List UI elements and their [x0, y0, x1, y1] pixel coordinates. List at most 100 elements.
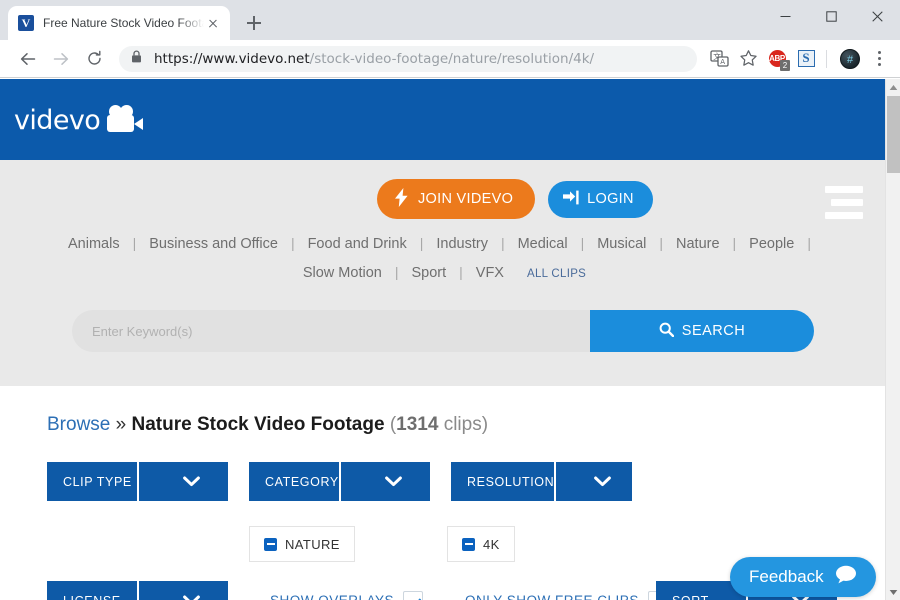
back-arrow-icon[interactable]: [14, 45, 42, 73]
remove-minus-icon[interactable]: [264, 537, 277, 551]
category-separator: |: [732, 235, 737, 251]
url-path: /stock-video-footage/nature/resolution/4…: [309, 50, 595, 67]
lightning-bolt-icon: [394, 187, 409, 211]
page-title: Nature Stock Video Footage: [131, 414, 385, 435]
svg-text:A: A: [720, 58, 725, 66]
tab-strip: V Free Nature Stock Video Foota: [0, 0, 900, 40]
category-link-vfx[interactable]: VFX: [473, 259, 507, 287]
categories-row-1: Animals | Business and Office | Food and…: [0, 229, 886, 258]
join-videvo-label: JOIN VIDEVO: [418, 191, 514, 207]
category-link-slow-motion[interactable]: Slow Motion: [300, 259, 385, 287]
speech-bubble-icon: [835, 565, 857, 589]
scroll-down-arrow-icon[interactable]: [886, 584, 900, 600]
categories-row-2: Slow Motion | Sport | VFX ALL CLIPS: [0, 258, 886, 288]
kebab-menu-icon[interactable]: [866, 46, 892, 72]
filter-label-category: CATEGORY: [265, 474, 339, 489]
url-domain: https://www.videvo.net: [154, 50, 310, 67]
filter-dropdown-row: CLIP TYPE CATEGORY RESOLUTION: [47, 462, 886, 501]
category-link-nature[interactable]: Nature: [673, 230, 723, 258]
join-videvo-button[interactable]: JOIN VIDEVO: [377, 179, 536, 219]
category-link-medical[interactable]: Medical: [515, 230, 571, 258]
logo-text: videvo: [14, 104, 101, 136]
extension-s-icon[interactable]: S: [793, 46, 819, 72]
extension-s-glyph: S: [797, 50, 815, 67]
browser-toolbar: https://www.videvo.net/stock-video-foota…: [0, 40, 900, 78]
category-separator: |: [394, 264, 399, 280]
category-link-food-and-drink[interactable]: Food and Drink: [305, 230, 410, 258]
category-separator: |: [807, 235, 811, 251]
breadcrumb-browse-link[interactable]: Browse: [47, 414, 110, 435]
clip-count-number: 1314: [396, 414, 439, 435]
lock-icon: [131, 49, 143, 68]
profile-avatar-glyph: #: [840, 48, 860, 69]
category-link-animals[interactable]: Animals: [65, 230, 123, 258]
adblock-badge: 2: [780, 59, 790, 71]
filter-dropdown-clip-type[interactable]: CLIP TYPE: [47, 462, 228, 501]
breadcrumb: Browse » Nature Stock Video Footage (131…: [47, 414, 886, 436]
new-tab-button[interactable]: [240, 9, 268, 37]
search-icon: [659, 322, 674, 341]
adblock-icon[interactable]: ABP 2: [764, 46, 790, 72]
search-input[interactable]: [72, 310, 590, 352]
clip-count: (1314 clips): [390, 414, 488, 435]
chevron-down-icon: [136, 581, 229, 600]
window-controls: [762, 0, 900, 32]
category-link-people[interactable]: People: [746, 230, 797, 258]
profile-avatar-icon[interactable]: #: [837, 46, 863, 72]
category-link-business-and-office[interactable]: Business and Office: [146, 230, 281, 258]
toolbar-divider: [826, 49, 827, 68]
category-separator: |: [290, 235, 295, 251]
active-chip-nature[interactable]: NATURE: [249, 526, 355, 562]
active-chip-4k-label: 4K: [483, 536, 500, 552]
feedback-button[interactable]: Feedback: [730, 557, 876, 597]
address-bar[interactable]: https://www.videvo.net/stock-video-foota…: [119, 45, 697, 72]
category-separator: |: [419, 235, 424, 251]
search-button[interactable]: SEARCH: [590, 310, 814, 352]
star-icon[interactable]: [735, 46, 761, 72]
all-clips-link[interactable]: ALL CLIPS: [527, 260, 586, 288]
show-overlays-checkbox[interactable]: [403, 590, 424, 600]
page-scrollbar[interactable]: [885, 79, 900, 600]
category-link-sport[interactable]: Sport: [408, 259, 449, 287]
sort-label: SORT: [656, 594, 746, 600]
forward-arrow-icon[interactable]: [47, 45, 75, 73]
minimize-button[interactable]: [762, 0, 808, 32]
header-auth-buttons: JOIN VIDEVO LOGIN: [377, 179, 653, 219]
category-separator: |: [132, 235, 137, 251]
active-chip-4k[interactable]: 4K: [447, 526, 515, 562]
reload-icon[interactable]: [80, 45, 108, 73]
hamburger-menu-icon[interactable]: [825, 186, 863, 219]
translate-icon[interactable]: 文 A: [706, 46, 732, 72]
category-link-musical[interactable]: Musical: [594, 230, 649, 258]
tab-title: Free Nature Stock Video Foota: [43, 16, 204, 30]
count-close-paren: ): [481, 414, 489, 435]
filter-label-clip-type: CLIP TYPE: [63, 474, 132, 489]
scrollbar-thumb[interactable]: [887, 96, 900, 173]
search-section: SEARCH: [0, 310, 886, 352]
scroll-up-arrow-icon[interactable]: [886, 79, 900, 95]
category-separator: |: [659, 235, 663, 251]
login-button[interactable]: LOGIN: [548, 180, 653, 218]
category-link-industry[interactable]: Industry: [433, 230, 491, 258]
filter-dropdown-category[interactable]: CATEGORY: [249, 462, 430, 501]
close-button[interactable]: [854, 0, 900, 32]
filter-dropdown-license[interactable]: LICENSE: [47, 581, 228, 600]
feedback-label: Feedback: [749, 567, 824, 586]
breadcrumb-separator: »: [115, 414, 127, 435]
filter-label-resolution: RESOLUTION: [467, 474, 555, 489]
browser-tab[interactable]: V Free Nature Stock Video Foota: [8, 6, 230, 40]
remove-minus-icon[interactable]: [462, 537, 475, 551]
tab-close-icon[interactable]: [204, 14, 222, 32]
chevron-down-icon: [136, 462, 229, 501]
category-separator: |: [580, 235, 585, 251]
clip-count-suffix: clips: [443, 414, 482, 435]
login-label: LOGIN: [587, 191, 634, 207]
filter-dropdown-resolution[interactable]: RESOLUTION: [451, 462, 632, 501]
maximize-button[interactable]: [808, 0, 854, 32]
kebab-dots: [870, 51, 888, 66]
site-logo[interactable]: videvo: [14, 105, 146, 135]
chevron-down-icon: [554, 462, 632, 501]
search-box: SEARCH: [72, 310, 814, 352]
page-content: videvo JOIN VIDEVO LOGIN Animals | Busin…: [0, 79, 886, 600]
only-free-clips-label: ONLY SHOW FREE CLIPS: [465, 593, 639, 600]
